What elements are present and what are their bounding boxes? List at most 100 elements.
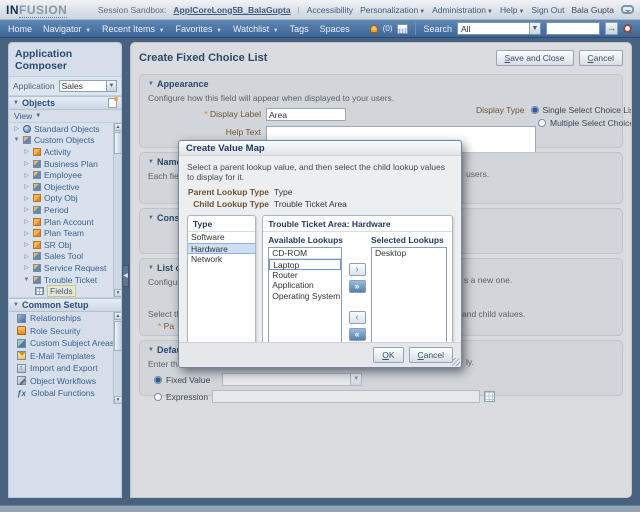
scroll-down-icon[interactable]: ▼: [114, 396, 121, 404]
expand-icon[interactable]: ▷: [23, 183, 30, 190]
sidebar-item-global-functions[interactable]: ƒxGlobal Functions: [9, 387, 121, 400]
sidebar-item-email-templates[interactable]: E-Mail Templates: [9, 350, 121, 363]
collapse-icon[interactable]: ▼: [148, 81, 154, 87]
list-item-desktop[interactable]: Desktop: [372, 248, 446, 259]
expand-icon[interactable]: ▷: [23, 160, 30, 167]
tree-item-sales-tool[interactable]: ▷Sales Tool: [9, 251, 121, 263]
dialog-resize-handle[interactable]: [452, 358, 460, 366]
application-select[interactable]: Sales▼: [59, 80, 117, 92]
expand-icon[interactable]: ▷: [13, 125, 20, 132]
help-menu[interactable]: Help▼: [500, 5, 524, 15]
common-setup-header[interactable]: ▼ Common Setup: [9, 298, 121, 312]
collapse-icon[interactable]: ▼: [23, 277, 30, 283]
fixed-value-select[interactable]: ▼: [222, 373, 362, 386]
display-label-input[interactable]: [266, 108, 346, 121]
expand-icon[interactable]: ▷: [23, 218, 30, 225]
tree-item-service-request[interactable]: ▷Service Request: [9, 262, 121, 274]
nav-favorites[interactable]: Favorites ▼: [176, 24, 222, 34]
scroll-down-icon[interactable]: ▼: [114, 289, 121, 297]
sidebar-item-import-export[interactable]: Import and Export: [9, 362, 121, 375]
sidebar-item-relationships[interactable]: Relationships: [9, 312, 121, 325]
tree-item-opty-obj[interactable]: ▷Opty Obj: [9, 193, 121, 205]
radio-expression[interactable]: [154, 393, 162, 401]
move-selected-left-icon[interactable]: ‹: [349, 311, 366, 324]
search-go-button[interactable]: →: [605, 22, 618, 35]
scrollbar-thumb[interactable]: [114, 321, 121, 351]
collapse-icon[interactable]: ▼: [13, 137, 20, 143]
tree-scrollbar[interactable]: ▲ ▼: [113, 123, 121, 297]
tree-item-period[interactable]: ▷Period: [9, 204, 121, 216]
search-input[interactable]: [546, 22, 600, 35]
cancel-button[interactable]: Cancel: [579, 50, 623, 66]
tree-item-business-plan[interactable]: ▷Business Plan: [9, 158, 121, 170]
accessibility-link[interactable]: Accessibility: [307, 5, 353, 15]
advanced-search-icon[interactable]: [623, 24, 632, 33]
radio-multiple-select[interactable]: [538, 119, 546, 127]
expand-icon[interactable]: ▷: [23, 172, 30, 179]
objects-section-header[interactable]: ▼ Objects: [9, 96, 121, 110]
scroll-up-icon[interactable]: ▲: [114, 123, 121, 131]
move-all-right-icon[interactable]: »: [349, 280, 366, 293]
list-item-router[interactable]: Router: [269, 270, 341, 281]
sign-out-link[interactable]: Sign Out: [531, 5, 564, 15]
tree-item-custom-objects[interactable]: ▼Custom Objects: [9, 135, 121, 147]
tree-item-sr-obj[interactable]: ▷SR Obj: [9, 239, 121, 251]
expand-icon[interactable]: ▷: [23, 230, 30, 237]
nav-watchlist[interactable]: Watchlist ▼: [233, 24, 279, 34]
tree-item-trouble-ticket[interactable]: ▼Trouble Ticket: [9, 274, 121, 286]
collapse-icon[interactable]: ▼: [148, 265, 154, 271]
nav-recent-items[interactable]: Recent Items ▼: [102, 24, 165, 34]
chat-icon[interactable]: [621, 5, 634, 14]
move-selected-right-icon[interactable]: ›: [349, 263, 366, 276]
expand-icon[interactable]: ▷: [23, 195, 30, 202]
move-all-left-icon[interactable]: «: [349, 328, 366, 341]
tree-item-plan-team[interactable]: ▷Plan Team: [9, 227, 121, 239]
scrollbar-thumb[interactable]: [114, 132, 121, 154]
list-item-application[interactable]: Application: [269, 280, 341, 291]
expand-icon[interactable]: ▷: [23, 206, 30, 213]
collapse-icon[interactable]: ▼: [148, 347, 154, 353]
scroll-up-icon[interactable]: ▲: [114, 312, 121, 320]
ok-button[interactable]: OK: [373, 347, 403, 363]
session-sandbox-link[interactable]: ApplCoreLong5B_BalaGupta: [173, 5, 290, 15]
sidebar-item-object-workflows[interactable]: Object Workflows: [9, 375, 121, 388]
expand-icon[interactable]: ▷: [23, 264, 30, 271]
list-item-software[interactable]: Software: [188, 232, 255, 243]
dialog-cancel-button[interactable]: Cancel: [409, 347, 453, 363]
alerts-bell-icon[interactable]: [370, 25, 378, 33]
expression-input[interactable]: [212, 390, 480, 403]
radio-fixed-value[interactable]: [154, 376, 162, 384]
view-menu[interactable]: View▼: [9, 110, 121, 123]
nav-spaces[interactable]: Spaces: [320, 24, 350, 34]
sidebar-item-role-security[interactable]: Role Security: [9, 325, 121, 338]
collapse-icon[interactable]: ▼: [148, 215, 154, 221]
expression-builder-icon[interactable]: [484, 391, 495, 402]
sidebar-item-custom-subject-areas[interactable]: Custom Subject Areas: [9, 337, 121, 350]
expand-icon[interactable]: ▷: [23, 148, 30, 155]
list-item-cdrom[interactable]: CD-ROM: [269, 248, 341, 259]
list-item-laptop[interactable]: Laptop: [269, 259, 341, 270]
new-object-icon[interactable]: [108, 98, 117, 108]
collapse-icon[interactable]: ▼: [148, 159, 154, 165]
nav-navigator[interactable]: Navigator ▼: [43, 24, 91, 34]
search-scope-select[interactable]: All▼: [457, 22, 541, 35]
tree-item-objective[interactable]: ▷Objective: [9, 181, 121, 193]
radio-single-select[interactable]: [531, 106, 539, 114]
tree-item-plan-account[interactable]: ▷Plan Account: [9, 216, 121, 228]
panel-splitter-collapse[interactable]: ◀: [122, 265, 129, 287]
expand-icon[interactable]: ▷: [23, 253, 30, 260]
nav-home[interactable]: Home: [8, 24, 32, 34]
list-item-network[interactable]: Network: [188, 254, 255, 265]
common-setup-scrollbar[interactable]: ▲ ▼: [113, 312, 121, 404]
collapse-icon[interactable]: ▼: [13, 302, 19, 308]
list-item-hardware[interactable]: Hardware: [188, 243, 255, 254]
personalization-menu[interactable]: Personalization▼: [360, 5, 425, 15]
expand-icon[interactable]: ▷: [23, 241, 30, 248]
calendar-icon[interactable]: [397, 24, 408, 34]
administration-menu[interactable]: Administration▼: [432, 5, 493, 15]
tree-item-fields[interactable]: Fields: [9, 285, 121, 297]
save-and-close-button[interactable]: Save and Close: [496, 50, 574, 66]
collapse-icon[interactable]: ▼: [13, 100, 19, 106]
tree-item-employee[interactable]: ▷Employee: [9, 169, 121, 181]
nav-tags[interactable]: Tags: [290, 24, 309, 34]
